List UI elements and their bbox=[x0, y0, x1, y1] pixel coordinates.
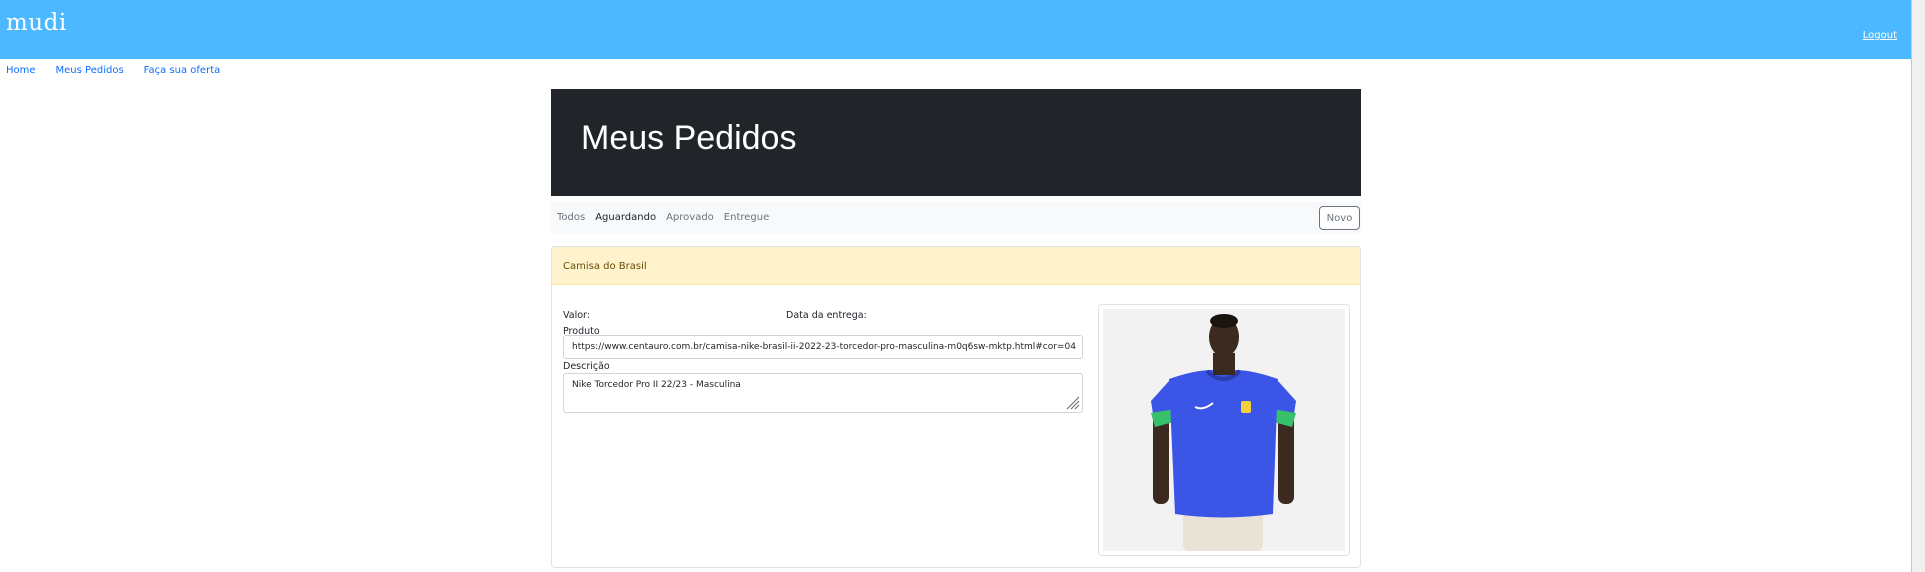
page-title: Meus Pedidos bbox=[581, 119, 797, 157]
brand-logo[interactable]: mudi bbox=[6, 10, 67, 36]
filter-entregue[interactable]: Entregue bbox=[724, 212, 769, 223]
new-order-button[interactable]: Novo bbox=[1319, 206, 1360, 230]
valor-label: Valor: bbox=[563, 310, 590, 321]
status-filters: Todos Aguardando Aprovado Entregue bbox=[557, 212, 769, 223]
delivery-date-label: Data da entrega: bbox=[786, 310, 867, 321]
order-card-header: Camisa do Brasil bbox=[552, 247, 1360, 285]
filter-aguardando[interactable]: Aguardando bbox=[595, 212, 656, 223]
filter-todos[interactable]: Todos bbox=[557, 212, 585, 223]
secondary-nav: Home Meus Pedidos Faça sua oferta bbox=[6, 65, 220, 76]
product-image bbox=[1103, 309, 1345, 551]
resize-grip-icon[interactable] bbox=[1064, 394, 1080, 410]
descricao-label: Descrição bbox=[563, 361, 610, 372]
shirt-photo-icon bbox=[1151, 314, 1296, 551]
nav-link-home[interactable]: Home bbox=[6, 65, 36, 76]
filter-aprovado[interactable]: Aprovado bbox=[666, 212, 714, 223]
description-text: Nike Torcedor Pro II 22/23 - Masculina bbox=[572, 380, 741, 390]
page: mudi Logout Home Meus Pedidos Faça sua o… bbox=[0, 0, 1925, 572]
order-title: Camisa do Brasil bbox=[563, 261, 647, 272]
product-image-frame bbox=[1098, 304, 1350, 556]
nav-link-faca-sua-oferta[interactable]: Faça sua oferta bbox=[144, 65, 221, 76]
navbar: mudi Logout bbox=[0, 0, 1911, 59]
description-textarea[interactable]: Nike Torcedor Pro II 22/23 - Masculina bbox=[563, 373, 1083, 413]
filter-bar: Todos Aguardando Aprovado Entregue Novo bbox=[551, 202, 1361, 234]
window-scrollbar[interactable] bbox=[1911, 0, 1925, 572]
logout-link[interactable]: Logout bbox=[1863, 30, 1897, 41]
nav-link-meus-pedidos[interactable]: Meus Pedidos bbox=[56, 65, 124, 76]
order-card: Camisa do Brasil Valor: Data da entrega:… bbox=[551, 246, 1361, 568]
jumbotron: Meus Pedidos bbox=[551, 89, 1361, 196]
product-url-field[interactable]: https://www.centauro.com.br/camisa-nike-… bbox=[563, 335, 1083, 359]
